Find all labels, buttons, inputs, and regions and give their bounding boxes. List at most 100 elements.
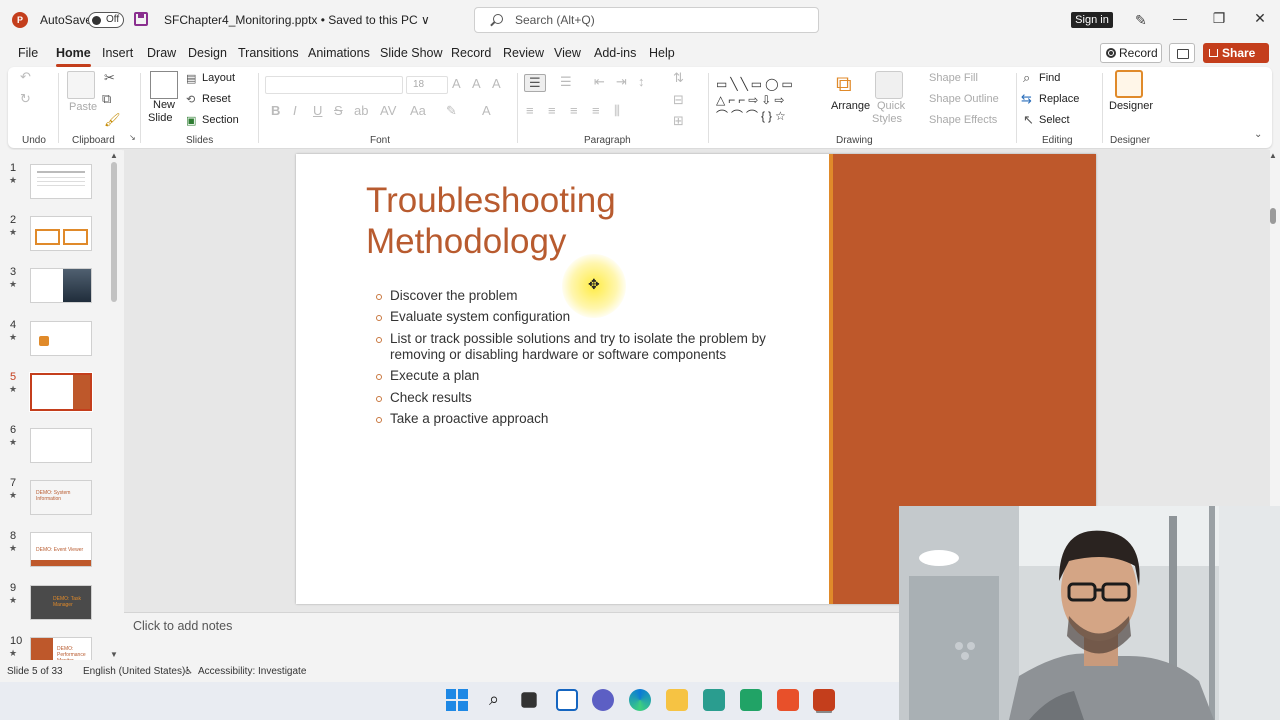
tab-record[interactable]: Record: [451, 46, 491, 60]
teams-chat-icon[interactable]: [592, 689, 614, 711]
app-icon[interactable]: [777, 689, 799, 711]
slide-thumbnail-7[interactable]: DEMO: System Information: [30, 480, 92, 515]
increase-indent-icon[interactable]: ⇥: [616, 74, 627, 90]
tab-design[interactable]: Design: [188, 46, 227, 60]
bold-button[interactable]: B: [271, 103, 280, 118]
tab-insert[interactable]: Insert: [102, 46, 133, 60]
justify-icon[interactable]: ≡: [592, 103, 600, 118]
align-left-icon[interactable]: ≡: [526, 103, 534, 118]
tab-file[interactable]: File: [18, 46, 38, 60]
designer-button[interactable]: Designer: [1109, 100, 1153, 112]
scroll-up-icon[interactable]: ▲: [110, 151, 118, 160]
slide-thumbnail-1[interactable]: [30, 164, 92, 199]
slide-title[interactable]: Troubleshooting Methodology: [366, 180, 766, 262]
select-button[interactable]: Select: [1039, 114, 1070, 126]
taskbar-search-icon[interactable]: ⌕: [483, 689, 505, 711]
line-spacing-icon[interactable]: ↕: [638, 74, 645, 89]
tab-slide-show[interactable]: Slide Show: [380, 46, 443, 60]
align-right-icon[interactable]: ≡: [570, 103, 578, 118]
scroll-up-icon[interactable]: ▲: [1269, 151, 1277, 160]
share-button[interactable]: Share: [1203, 43, 1269, 63]
restore-button[interactable]: ❐: [1209, 10, 1229, 27]
slide-thumbnail-4[interactable]: [30, 321, 92, 356]
arrange-button[interactable]: Arrange: [831, 100, 870, 112]
tab-animations[interactable]: Animations: [308, 46, 370, 60]
decrease-indent-icon[interactable]: ⇤: [594, 74, 605, 90]
close-button[interactable]: ✕: [1250, 10, 1270, 27]
arrange-icon[interactable]: ⧉: [836, 71, 852, 97]
highlight-icon[interactable]: ✎: [446, 103, 457, 119]
bullets-icon[interactable]: ☰: [524, 74, 546, 92]
undo-icon[interactable]: ↶: [20, 69, 31, 85]
shadow-icon[interactable]: ab: [354, 103, 368, 118]
cut-icon[interactable]: ✂: [104, 70, 115, 86]
notes-placeholder[interactable]: Click to add notes: [133, 619, 232, 633]
editor-scroll-thumb[interactable]: [1270, 208, 1276, 224]
align-center-icon[interactable]: ≡: [548, 103, 556, 118]
thumbnails-scrollbar[interactable]: [111, 162, 117, 302]
tab-help[interactable]: Help: [649, 46, 675, 60]
font-size-combo[interactable]: 18: [406, 76, 448, 94]
file-explorer-icon[interactable]: [666, 689, 688, 711]
shapes-gallery[interactable]: ▭╲╲▭◯▭ △⌐⌐⇨⇩⇨ ⌒⌒⌒{}☆: [716, 76, 820, 124]
scroll-down-icon[interactable]: ▼: [110, 650, 118, 659]
find-button[interactable]: Find: [1039, 72, 1060, 84]
change-case-icon[interactable]: Aa: [410, 103, 426, 118]
char-spacing-icon[interactable]: AV: [380, 103, 396, 118]
slide-thumbnail-2[interactable]: [30, 216, 92, 251]
designer-icon[interactable]: [1115, 70, 1143, 98]
shape-fill-button[interactable]: Shape Fill: [929, 72, 978, 84]
pen-icon[interactable]: ✎: [1135, 12, 1147, 29]
align-text-icon[interactable]: ⊟: [673, 92, 684, 108]
numbering-icon[interactable]: ☰: [560, 74, 572, 90]
text-direction-icon[interactable]: ⇅: [673, 70, 684, 86]
slide-thumbnail-6[interactable]: [30, 428, 92, 463]
app-icon[interactable]: [703, 689, 725, 711]
start-icon[interactable]: [446, 689, 468, 711]
clear-format-icon[interactable]: A: [492, 76, 501, 91]
tab-transitions[interactable]: Transitions: [238, 46, 299, 60]
autosave-toggle[interactable]: Off: [88, 12, 124, 28]
powerpoint-taskbar-icon[interactable]: [813, 689, 835, 711]
new-slide-icon[interactable]: [150, 71, 178, 99]
excel-icon[interactable]: [740, 689, 762, 711]
reset-button[interactable]: Reset: [202, 93, 231, 105]
clipboard-launcher-icon[interactable]: ↘: [129, 133, 136, 142]
slide-thumbnail-8[interactable]: DEMO: Event Viewer: [30, 532, 92, 567]
accessibility-status[interactable]: Accessibility: Investigate: [198, 666, 306, 677]
document-title[interactable]: SFChapter4_Monitoring.pptx • Saved to th…: [164, 13, 430, 27]
slide-thumbnail-10[interactable]: DEMO: Performance Monitor: [30, 637, 92, 660]
quick-styles-icon[interactable]: [875, 71, 903, 99]
shape-outline-button[interactable]: Shape Outline: [929, 93, 999, 105]
strikethrough-button[interactable]: S: [334, 103, 343, 118]
new-slide-label-2[interactable]: Slide: [148, 112, 172, 124]
slide-thumbnail-5[interactable]: [29, 372, 93, 412]
paste-icon[interactable]: [67, 71, 95, 99]
minimize-button[interactable]: —: [1170, 10, 1190, 26]
font-color-icon[interactable]: A: [482, 103, 491, 118]
tab-home[interactable]: Home: [56, 46, 91, 67]
italic-button[interactable]: I: [293, 103, 297, 118]
new-slide-label[interactable]: New: [153, 99, 175, 111]
collapse-ribbon-icon[interactable]: ⌄: [1254, 129, 1262, 140]
columns-icon[interactable]: ⫼: [614, 103, 620, 119]
smartart-icon[interactable]: ⊞: [673, 113, 684, 129]
grow-font-icon[interactable]: A: [452, 76, 461, 91]
tab-draw[interactable]: Draw: [147, 46, 176, 60]
save-icon[interactable]: [134, 12, 148, 26]
task-view-icon[interactable]: [521, 692, 537, 708]
comments-button[interactable]: [1169, 43, 1195, 63]
font-name-combo[interactable]: [265, 76, 403, 94]
layout-button[interactable]: Layout: [202, 72, 235, 84]
shape-effects-button[interactable]: Shape Effects: [929, 114, 997, 126]
format-painter-icon[interactable]: 🖌: [104, 112, 121, 128]
quick-styles-label[interactable]: Quick: [877, 100, 905, 112]
tab-review[interactable]: Review: [503, 46, 544, 60]
section-button[interactable]: Section: [202, 114, 239, 126]
slide-thumbnail-3[interactable]: [30, 268, 92, 303]
replace-button[interactable]: Replace: [1039, 93, 1079, 105]
underline-button[interactable]: U: [313, 103, 322, 118]
copy-icon[interactable]: ⧉: [102, 91, 111, 107]
edge-icon[interactable]: [629, 689, 651, 711]
record-button[interactable]: Record: [1100, 43, 1162, 63]
